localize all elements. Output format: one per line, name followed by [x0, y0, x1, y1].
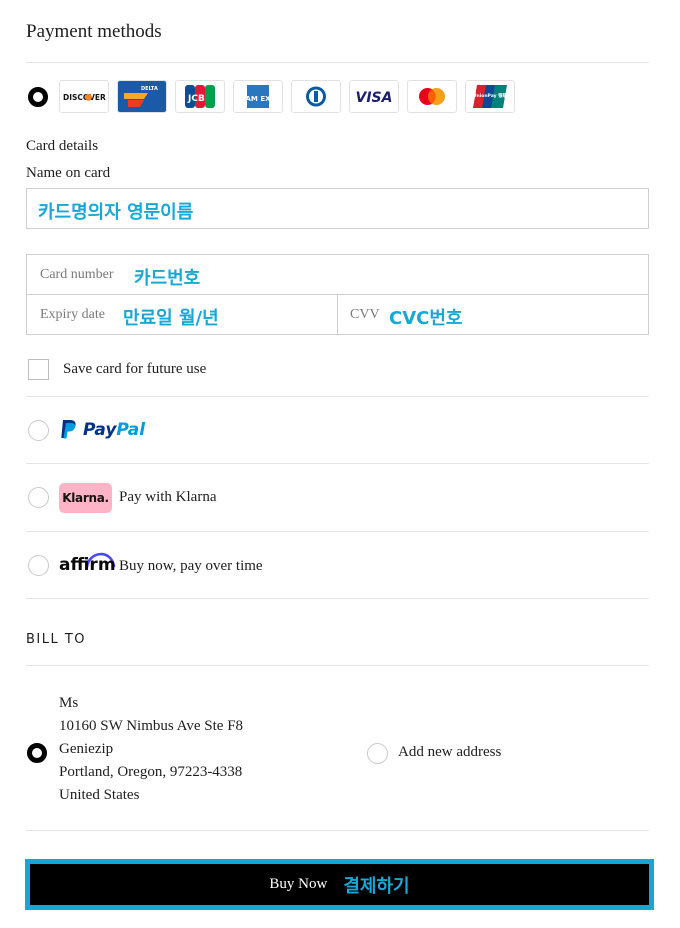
visa-logo-icon: VISA	[349, 80, 399, 113]
divider	[26, 665, 649, 666]
klarna-logo: Klarna.	[59, 483, 112, 513]
unionpay-logo-icon: UnionPay 银联	[465, 80, 515, 113]
affirm-radio[interactable]	[28, 555, 49, 576]
paypal-text-pal: Pal	[116, 419, 146, 440]
svg-text:VISA: VISA	[356, 90, 393, 106]
svg-text:DELTA: DELTA	[141, 86, 158, 92]
card-number-input[interactable]: Card number 카드번호	[26, 254, 649, 295]
divider	[26, 463, 649, 464]
divider	[26, 598, 649, 599]
buy-now-annotation: 결제하기	[343, 875, 410, 897]
name-on-card-value: 카드명의자 영문이름	[38, 202, 194, 223]
svg-text:DISCOVER: DISCOVER	[63, 93, 106, 102]
address-line: Geniezip	[59, 741, 114, 757]
cvv-value: CVC번호	[389, 308, 463, 329]
delta-logo-icon: DELTA	[117, 80, 167, 113]
saved-address-radio[interactable]	[27, 743, 47, 763]
bill-to-heading: BILL TO	[26, 632, 87, 647]
expiry-date-input[interactable]: Expiry date 만료일 월/년	[26, 294, 338, 335]
address-line: Ms	[59, 695, 79, 711]
klarna-radio[interactable]	[28, 487, 49, 508]
paypal-text-pay: Pay	[83, 419, 117, 440]
affirm-logo-text: affirm	[59, 555, 116, 575]
saved-address: Ms 10160 SW Nimbus Ave Ste F8 Geniezip P…	[59, 692, 243, 807]
svg-text:AM EX: AM EX	[246, 95, 272, 103]
address-line: 10160 SW Nimbus Ave Ste F8	[59, 718, 244, 734]
card-payment-radio[interactable]	[28, 87, 48, 107]
buy-now-highlight: Buy Now 결제하기	[25, 859, 654, 910]
amex-logo-icon: AM EX	[233, 80, 283, 113]
discover-logo-icon: DISCOVER	[59, 80, 109, 113]
cvv-input[interactable]: CVV CVC번호	[337, 294, 649, 335]
klarna-label: Pay with Klarna	[119, 489, 217, 505]
expiry-date-placeholder: Expiry date	[40, 307, 105, 322]
buy-now-label: Buy Now	[269, 876, 328, 892]
mastercard-logo-icon	[407, 80, 457, 113]
divider	[26, 62, 649, 63]
address-line: United States	[59, 787, 140, 803]
paypal-logo: PayPal	[60, 419, 145, 440]
cvv-placeholder: CVV	[350, 307, 380, 322]
name-on-card-label: Name on card	[26, 165, 111, 181]
address-line: Portland, Oregon, 97223-4338	[59, 764, 243, 780]
diners-club-logo-icon	[291, 80, 341, 113]
add-new-address-label: Add new address	[398, 744, 502, 760]
divider	[26, 531, 649, 532]
svg-text:UnionPay 银联: UnionPay 银联	[473, 92, 508, 99]
payment-methods-title: Payment methods	[26, 21, 162, 42]
add-new-address-radio[interactable]	[367, 743, 388, 764]
card-details-label: Card details	[26, 138, 99, 154]
divider	[26, 396, 649, 397]
svg-text:JCB: JCB	[187, 94, 205, 104]
affirm-label: Buy now, pay over time	[119, 558, 263, 574]
paypal-radio[interactable]	[28, 420, 49, 441]
card-number-placeholder: Card number	[40, 267, 114, 282]
paypal-p-icon	[61, 420, 76, 439]
jcb-logo-icon: JCB	[175, 80, 225, 113]
save-card-label: Save card for future use	[63, 361, 207, 377]
divider	[26, 830, 649, 831]
buy-now-button[interactable]: Buy Now 결제하기	[30, 864, 649, 905]
affirm-logo: affirm	[59, 549, 117, 577]
name-on-card-input[interactable]: 카드명의자 영문이름	[26, 188, 649, 229]
card-number-value: 카드번호	[134, 268, 201, 289]
save-card-checkbox[interactable]	[28, 359, 49, 380]
expiry-date-value: 만료일 월/년	[123, 308, 219, 329]
